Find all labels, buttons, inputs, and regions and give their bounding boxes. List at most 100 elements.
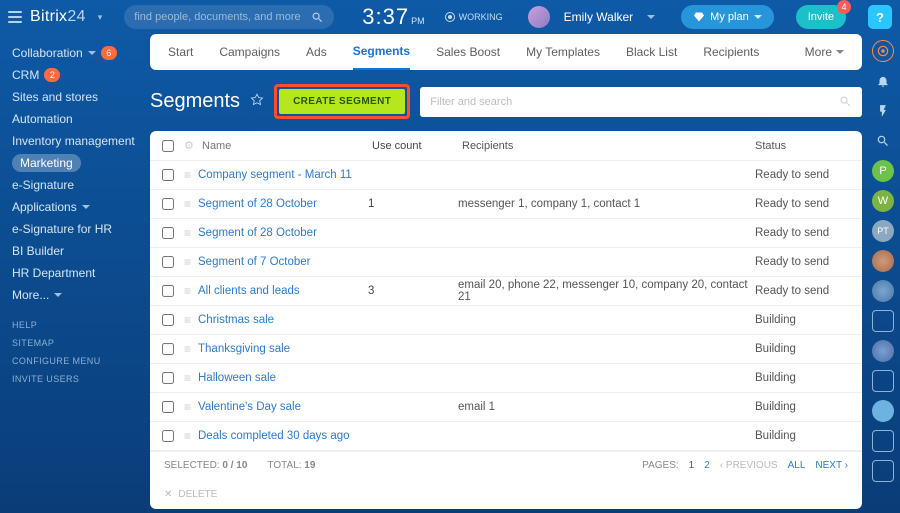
segment-link[interactable]: Thanksgiving sale bbox=[198, 343, 290, 355]
all-pages[interactable]: ALL bbox=[788, 460, 806, 471]
row-checkbox[interactable] bbox=[162, 256, 174, 268]
sidebar-footer-help[interactable]: HELP bbox=[12, 316, 150, 334]
row-checkbox[interactable] bbox=[162, 314, 174, 326]
sidebar-item-inventory-management[interactable]: Inventory management bbox=[12, 130, 150, 152]
rail-people-icon[interactable] bbox=[872, 340, 894, 362]
rail-calendar-icon[interactable] bbox=[872, 310, 894, 332]
rail-target-icon[interactable] bbox=[872, 40, 894, 62]
tab-sales-boost[interactable]: Sales Boost bbox=[436, 34, 500, 70]
clock[interactable]: 3:37 PM bbox=[362, 4, 424, 30]
drag-handle-icon[interactable]: ≡ bbox=[184, 429, 198, 443]
sidebar-item-e-signature-for-hr[interactable]: e-Signature for HR bbox=[12, 218, 150, 240]
drag-handle-icon[interactable]: ≡ bbox=[184, 342, 198, 356]
star-icon[interactable] bbox=[250, 93, 264, 110]
user-name[interactable]: Emily Walker bbox=[564, 10, 634, 24]
tab-campaigns[interactable]: Campaigns bbox=[219, 34, 280, 70]
rail-app-icon[interactable] bbox=[872, 460, 894, 482]
prev-page[interactable]: ‹ PREVIOUS bbox=[720, 460, 778, 471]
row-checkbox[interactable] bbox=[162, 401, 174, 413]
sidebar-item-hr-department[interactable]: HR Department bbox=[12, 262, 150, 284]
logo-chevron-icon[interactable]: ▾ bbox=[98, 12, 103, 23]
rail-chat-icon[interactable] bbox=[872, 370, 894, 392]
rail-contact-pt[interactable]: PT bbox=[872, 220, 894, 242]
segment-link[interactable]: Segment of 28 October bbox=[198, 198, 317, 210]
rail-contact-w[interactable]: W bbox=[872, 190, 894, 212]
segment-link[interactable]: Valentine's Day sale bbox=[198, 401, 301, 413]
col-status[interactable]: Status bbox=[755, 140, 850, 152]
rail-bolt-icon[interactable] bbox=[872, 100, 894, 122]
create-segment-button[interactable]: CREATE SEGMENT bbox=[279, 89, 405, 114]
tab-ads[interactable]: Ads bbox=[306, 34, 327, 70]
tab-more[interactable]: More bbox=[805, 34, 844, 70]
row-checkbox[interactable] bbox=[162, 227, 174, 239]
sidebar-item-collaboration[interactable]: Collaboration6 bbox=[12, 42, 150, 64]
segment-link[interactable]: All clients and leads bbox=[198, 285, 300, 297]
rail-contact-photo-1[interactable] bbox=[872, 250, 894, 272]
row-checkbox[interactable] bbox=[162, 169, 174, 181]
segment-link[interactable]: Christmas sale bbox=[198, 314, 274, 326]
col-recipients[interactable]: Recipients bbox=[462, 140, 755, 152]
drag-handle-icon[interactable]: ≡ bbox=[184, 197, 198, 211]
next-page[interactable]: NEXT › bbox=[815, 460, 848, 471]
row-checkbox[interactable] bbox=[162, 430, 174, 442]
sidebar-footer-sitemap[interactable]: SITEMAP bbox=[12, 334, 150, 352]
sidebar-item-more-[interactable]: More... bbox=[12, 284, 150, 306]
tab-start[interactable]: Start bbox=[168, 34, 193, 70]
rail-message-icon[interactable] bbox=[872, 430, 894, 452]
rail-contact-photo-2[interactable] bbox=[872, 280, 894, 302]
rail-friends-icon[interactable] bbox=[872, 400, 894, 422]
sidebar-footer-configure-menu[interactable]: CONFIGURE MENU bbox=[12, 352, 150, 370]
segment-link[interactable]: Company segment - March 11 bbox=[198, 169, 352, 181]
drag-handle-icon[interactable]: ≡ bbox=[184, 168, 198, 182]
drag-handle-icon[interactable]: ≡ bbox=[184, 371, 198, 385]
sidebar-item-automation[interactable]: Automation bbox=[12, 108, 150, 130]
invite-button[interactable]: Invite 4 bbox=[796, 5, 846, 29]
row-checkbox[interactable] bbox=[162, 343, 174, 355]
row-checkbox[interactable] bbox=[162, 372, 174, 384]
drag-handle-icon[interactable]: ≡ bbox=[184, 226, 198, 240]
my-plan-label: My plan bbox=[710, 11, 749, 23]
delete-action[interactable]: ✕ DELETE bbox=[150, 479, 862, 509]
sidebar-item-marketing[interactable]: Marketing bbox=[12, 152, 150, 174]
segment-link[interactable]: Halloween sale bbox=[198, 372, 276, 384]
my-plan-button[interactable]: My plan bbox=[681, 5, 774, 29]
drag-handle-icon[interactable]: ≡ bbox=[184, 313, 198, 327]
col-use[interactable]: Use count bbox=[372, 140, 462, 152]
rail-search-icon[interactable] bbox=[872, 130, 894, 152]
sidebar-item-sites-and-stores[interactable]: Sites and stores bbox=[12, 86, 150, 108]
drag-handle-icon[interactable]: ≡ bbox=[184, 400, 198, 414]
menu-icon[interactable] bbox=[8, 11, 22, 23]
sidebar-footer-invite-users[interactable]: INVITE USERS bbox=[12, 370, 150, 388]
page-1[interactable]: 1 bbox=[689, 460, 695, 471]
filter-search-input[interactable] bbox=[430, 96, 839, 108]
filter-search[interactable] bbox=[420, 87, 862, 117]
tab-black-list[interactable]: Black List bbox=[626, 34, 677, 70]
segment-link[interactable]: Deals completed 30 days ago bbox=[198, 430, 350, 442]
drag-handle-icon[interactable]: ≡ bbox=[184, 255, 198, 269]
row-checkbox[interactable] bbox=[162, 285, 174, 297]
sidebar-item-e-signature[interactable]: e-Signature bbox=[12, 174, 150, 196]
segment-link[interactable]: Segment of 7 October bbox=[198, 256, 311, 268]
segment-link[interactable]: Segment of 28 October bbox=[198, 227, 317, 239]
logo[interactable]: Bitrix24 bbox=[30, 8, 86, 26]
sidebar-item-bi-builder[interactable]: BI Builder bbox=[12, 240, 150, 262]
sidebar-item-applications[interactable]: Applications bbox=[12, 196, 150, 218]
avatar[interactable] bbox=[528, 6, 550, 28]
row-checkbox[interactable] bbox=[162, 198, 174, 210]
drag-handle-icon[interactable]: ≡ bbox=[184, 284, 198, 298]
working-status[interactable]: WORKING bbox=[445, 12, 503, 22]
tab-segments[interactable]: Segments bbox=[353, 34, 410, 70]
col-name[interactable]: Name bbox=[202, 140, 372, 152]
user-chevron-icon[interactable] bbox=[647, 15, 655, 19]
help-button[interactable]: ? bbox=[868, 5, 892, 29]
global-search[interactable] bbox=[124, 5, 334, 29]
select-all-checkbox[interactable] bbox=[162, 140, 174, 152]
page-2[interactable]: 2 bbox=[704, 460, 710, 471]
rail-bell-icon[interactable] bbox=[872, 70, 894, 92]
tab-my-templates[interactable]: My Templates bbox=[526, 34, 600, 70]
gear-icon[interactable]: ⚙ bbox=[184, 139, 202, 152]
global-search-input[interactable] bbox=[134, 11, 311, 23]
sidebar-item-crm[interactable]: CRM2 bbox=[12, 64, 150, 86]
rail-contact-p[interactable]: P bbox=[872, 160, 894, 182]
tab-recipients[interactable]: Recipients bbox=[703, 34, 759, 70]
